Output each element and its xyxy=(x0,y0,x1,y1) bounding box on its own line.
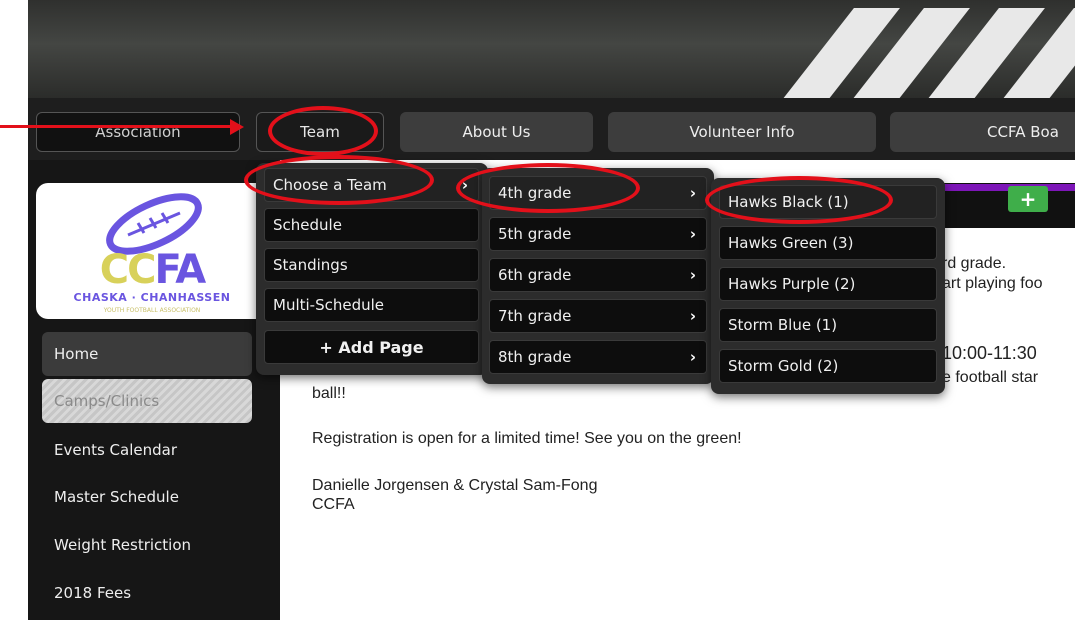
menu-item-label: + Add Page xyxy=(319,337,424,357)
menu-item-6th-grade[interactable]: 6th grade › xyxy=(489,258,707,292)
menu-item-hawks-purple[interactable]: Hawks Purple (2) xyxy=(719,267,937,301)
menu-item-label: Hawks Black (1) xyxy=(728,193,849,211)
nav-ccfa-board-label: CCFA Boa xyxy=(987,123,1059,141)
sidebar-item-label: Events Calendar xyxy=(54,441,178,459)
menu-item-8th-grade[interactable]: 8th grade › xyxy=(489,340,707,374)
menu-item-multi-schedule[interactable]: Multi-Schedule xyxy=(264,288,479,322)
menu-item-label: Choose a Team xyxy=(273,176,387,194)
logo-wordmark: CCFA xyxy=(36,247,268,293)
menu-item-label: Hawks Green (3) xyxy=(728,234,854,252)
nav-association[interactable]: Association xyxy=(36,112,240,152)
menu-item-hawks-black[interactable]: Hawks Black (1) xyxy=(719,185,937,219)
nav-volunteer-info[interactable]: Volunteer Info xyxy=(608,112,876,152)
content-text-fragment: 10:00-11:30 xyxy=(942,343,1037,363)
sidebar-item-events-calendar[interactable]: Events Calendar xyxy=(42,428,252,472)
menu-item-7th-grade[interactable]: 7th grade › xyxy=(489,299,707,333)
nav-team-label: Team xyxy=(300,123,340,141)
annotation-arrow-line xyxy=(0,125,232,128)
logo-tagline: YOUTH FOOTBALL ASSOCIATION xyxy=(103,307,201,314)
menu-item-label: 6th grade xyxy=(498,266,572,284)
content-text-fragment: rd grade. xyxy=(942,255,1007,272)
menu-item-storm-blue[interactable]: Storm Blue (1) xyxy=(719,308,937,342)
annotation-arrow-head xyxy=(230,119,244,135)
menu-item-add-page[interactable]: + Add Page xyxy=(264,330,479,364)
sidebar-item-weight-restriction[interactable]: Weight Restriction xyxy=(42,523,252,567)
chevron-right-icon: › xyxy=(689,225,696,243)
content-signature-org: CCFA xyxy=(312,496,355,513)
menu-item-label: 8th grade xyxy=(498,348,572,366)
sidebar-item-label: Camps/Clinics xyxy=(54,392,160,410)
menu-item-storm-gold[interactable]: Storm Gold (2) xyxy=(719,349,937,383)
menu-item-label: 4th grade xyxy=(498,184,572,202)
menu-item-label: Multi-Schedule xyxy=(273,296,385,314)
menu-item-label: Standings xyxy=(273,256,348,274)
sidebar-item-camps-clinics[interactable]: Camps/Clinics xyxy=(42,379,252,423)
content-signature-names: Danielle Jorgensen & Crystal Sam-Fong xyxy=(312,477,598,494)
sidebar-item-master-schedule[interactable]: Master Schedule xyxy=(42,475,252,519)
menu-item-label: 7th grade xyxy=(498,307,572,325)
content-text-ball: ball!! xyxy=(312,385,346,402)
chevron-right-icon: › xyxy=(689,348,696,366)
add-button[interactable]: + xyxy=(1008,186,1048,212)
sidebar-item-home[interactable]: Home xyxy=(42,332,252,376)
nav-team[interactable]: Team xyxy=(256,112,384,152)
menu-item-choose-a-team[interactable]: Choose a Team › xyxy=(264,168,479,202)
header-banner xyxy=(28,0,1075,98)
chevron-right-icon: › xyxy=(689,307,696,325)
sidebar-item-label: Master Schedule xyxy=(54,488,179,506)
menu-item-label: Schedule xyxy=(273,216,342,234)
chevron-right-icon: › xyxy=(689,266,696,284)
sidebar-item-label: Weight Restriction xyxy=(54,536,192,554)
sidebar-item-label: 2018 Fees xyxy=(54,584,132,602)
menu-item-label: 5th grade xyxy=(498,225,572,243)
plus-icon: + xyxy=(1019,187,1037,211)
logo-subtitle: CHASKA · CHANHASSEN xyxy=(73,291,231,304)
chevron-right-icon: › xyxy=(689,184,696,202)
menu-item-label: Storm Blue (1) xyxy=(728,316,838,334)
chevron-right-icon: › xyxy=(461,176,468,194)
page: Association Team About Us Volunteer Info… xyxy=(0,0,1075,620)
content-text-fragment: e football star xyxy=(942,369,1039,386)
sidebar-item-label: Home xyxy=(54,345,99,363)
nav-about-us-label: About Us xyxy=(462,123,531,141)
nav-ccfa-board[interactable]: CCFA Boa xyxy=(890,112,1075,152)
content-text-fragment: art playing foo xyxy=(942,275,1043,292)
menu-item-label: Hawks Purple (2) xyxy=(728,275,856,293)
menu-item-label: Storm Gold (2) xyxy=(728,357,839,375)
menu-item-5th-grade[interactable]: 5th grade › xyxy=(489,217,707,251)
logo-fa: FA xyxy=(154,247,207,293)
nav-volunteer-info-label: Volunteer Info xyxy=(689,123,795,141)
nav-about-us[interactable]: About Us xyxy=(400,112,593,152)
ccfa-logo[interactable]: CCFA CHASKA · CHANHASSEN YOUTH FOOTBALL … xyxy=(36,183,268,319)
menu-item-schedule[interactable]: Schedule xyxy=(264,208,479,242)
logo-cc: CC xyxy=(99,247,157,293)
football-logo-icon xyxy=(106,193,202,255)
menu-item-4th-grade[interactable]: 4th grade › xyxy=(489,176,707,210)
sidebar-item-2018-fees[interactable]: 2018 Fees xyxy=(42,571,252,615)
menu-item-hawks-green[interactable]: Hawks Green (3) xyxy=(719,226,937,260)
menu-item-standings[interactable]: Standings xyxy=(264,248,479,282)
content-registration: Registration is open for a limited time!… xyxy=(312,430,742,447)
